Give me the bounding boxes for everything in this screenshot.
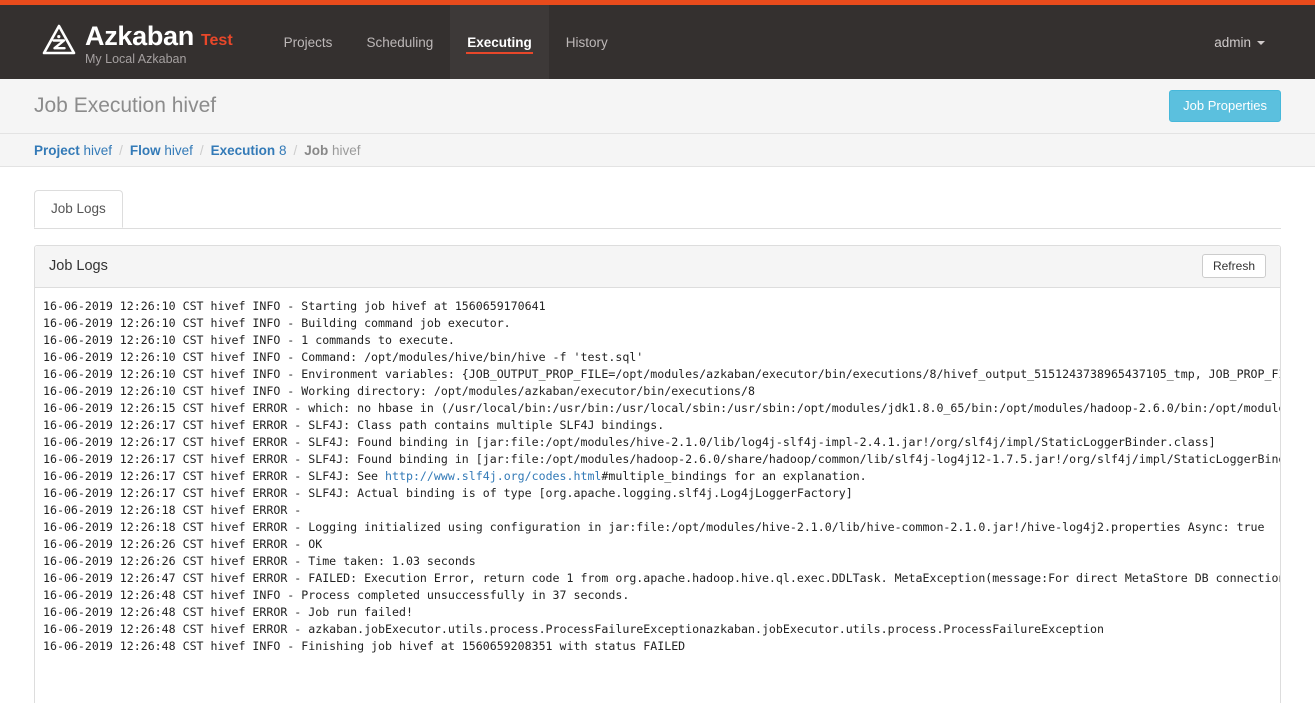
- nav-item-scheduling[interactable]: Scheduling: [349, 5, 450, 79]
- job-logs-panel-body: 16-06-2019 12:26:10 CST hivef INFO - Sta…: [35, 288, 1280, 703]
- nav-item-history[interactable]: History: [549, 5, 625, 79]
- breadcrumb-separator: /: [199, 142, 204, 158]
- caret-down-icon: [1257, 41, 1265, 45]
- page-title: Job Execution hivef: [34, 94, 217, 117]
- job-logs-panel: Job Logs Refresh 16-06-2019 12:26:10 CST…: [34, 244, 1281, 703]
- tab-bar: Job Logs: [34, 190, 1281, 229]
- refresh-button[interactable]: Refresh: [1201, 254, 1266, 279]
- slf4j-codes-link[interactable]: http://www.slf4j.org/codes.html: [385, 469, 601, 483]
- brand-name: Azkaban: [85, 21, 194, 51]
- breadcrumb-item-job: Job hivef: [304, 143, 360, 158]
- user-menu[interactable]: admin: [1214, 35, 1265, 50]
- breadcrumb-value: hivef: [83, 142, 113, 158]
- azkaban-triangle-logo-icon: [42, 24, 76, 55]
- navbar-right: admin: [1214, 5, 1315, 79]
- nav-item-executing[interactable]: Executing: [450, 5, 549, 79]
- page-header: Job Execution hivef Job Properties: [0, 79, 1315, 134]
- breadcrumb-label: Job: [304, 142, 329, 158]
- breadcrumb-label: Flow: [129, 142, 161, 158]
- job-logs-panel-heading: Job Logs Refresh: [35, 245, 1280, 288]
- job-log-text: 16-06-2019 12:26:10 CST hivef INFO - Sta…: [43, 298, 1280, 654]
- breadcrumb-item-project[interactable]: Project hivef: [34, 143, 112, 158]
- breadcrumb-item-execution[interactable]: Execution 8: [211, 143, 287, 158]
- breadcrumb-label: Project: [34, 142, 80, 158]
- primary-nav: Projects Scheduling Executing History: [267, 5, 625, 79]
- breadcrumb-separator: /: [119, 142, 123, 158]
- breadcrumb-value: hivef: [332, 142, 361, 158]
- breadcrumb-item-flow[interactable]: Flow hivef: [130, 143, 193, 158]
- breadcrumb-value: 8: [278, 142, 287, 158]
- log-scroll-viewport[interactable]: 16-06-2019 12:26:10 CST hivef INFO - Sta…: [35, 298, 1280, 703]
- brand-suffix: Test: [200, 32, 233, 49]
- main-navbar: Azkaban Test My Local Azkaban Projects S…: [0, 5, 1315, 79]
- breadcrumb-label: Execution: [210, 142, 276, 158]
- nav-item-projects[interactable]: Projects: [267, 5, 350, 79]
- brand-home-link[interactable]: Azkaban Test My Local Azkaban: [0, 5, 233, 79]
- breadcrumb-separator: /: [293, 142, 298, 158]
- tab-job-logs[interactable]: Job Logs: [34, 190, 123, 228]
- brand-subtitle: My Local Azkaban: [85, 52, 187, 66]
- breadcrumb-value: hivef: [164, 142, 193, 158]
- job-logs-panel-title: Job Logs: [49, 258, 108, 275]
- page-content: Job Logs Job Logs Refresh 16-06-2019 12:…: [0, 167, 1315, 703]
- user-menu-label: admin: [1214, 34, 1251, 50]
- job-properties-button[interactable]: Job Properties: [1169, 90, 1281, 122]
- breadcrumb: Project hivef / Flow hivef / Execution 8…: [0, 134, 1315, 167]
